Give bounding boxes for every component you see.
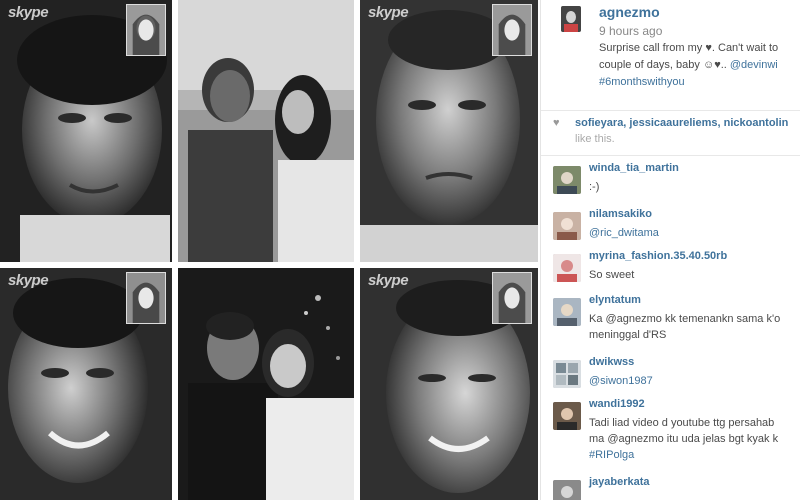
instagram-post-view: skype skype skype skype agnezmo 9 hours … xyxy=(0,0,800,500)
heart-icon[interactable]: ♥ xyxy=(553,117,560,129)
skype-logo: skype xyxy=(368,272,409,289)
couple-photo-image xyxy=(178,0,354,262)
comment-username[interactable]: dwikwss xyxy=(589,356,634,368)
comment-username[interactable]: elyntatum xyxy=(589,294,641,306)
photo-skype-call-1: skype xyxy=(0,0,172,262)
caption-hashtag-link[interactable]: #6monthswithyou xyxy=(599,74,800,91)
comment-mention-link[interactable]: @siwon1987 xyxy=(589,373,653,389)
comment-username[interactable]: winda_tia_martin xyxy=(589,162,679,174)
comment-line-2: ma @agnezmo itu uda jelas bgt kyak k xyxy=(589,433,779,445)
comment-text: So sweet xyxy=(589,269,635,281)
photo-collage[interactable]: skype skype skype skype xyxy=(0,0,540,500)
comment-line-1: Ka @agnezmo kk temenankn sama k'o xyxy=(589,313,781,325)
skype-logo: skype xyxy=(8,272,49,289)
likes-suffix: like this. xyxy=(575,133,615,145)
post-timestamp: 9 hours ago xyxy=(599,24,663,38)
comment-mention-link[interactable]: @ric_dwitama xyxy=(589,225,659,241)
caption-mention-link[interactable]: @devinwi xyxy=(730,59,778,71)
photo-skype-call-2: skype xyxy=(360,0,538,262)
commenter-avatar[interactable] xyxy=(553,298,581,326)
skype-self-preview xyxy=(126,4,166,56)
likes-section: ♥ sofieyara, jessicaaureliems, nickoanto… xyxy=(541,110,800,156)
skype-logo: skype xyxy=(8,4,49,21)
photo-skype-call-4: skype xyxy=(360,268,538,500)
commenter-avatar[interactable] xyxy=(553,402,581,430)
post-caption: Surprise call from my ♥. Can't wait to c… xyxy=(599,40,800,91)
photo-couple-2 xyxy=(178,268,354,500)
comment-text: :-) xyxy=(589,181,600,193)
comment-username[interactable]: wandi1992 xyxy=(589,398,645,410)
comment-hashtag-link[interactable]: #RIPolga xyxy=(589,449,634,461)
caption-line-1: Surprise call from my ♥. Can't wait to xyxy=(599,42,779,54)
commenter-avatar[interactable] xyxy=(553,480,581,500)
caption-text: couple of days, baby ☺♥.. xyxy=(599,59,730,71)
skype-logo: skype xyxy=(368,4,409,21)
commenter-avatar[interactable] xyxy=(553,166,581,194)
photo-couple-1 xyxy=(178,0,354,262)
comment-username[interactable]: jayaberkata xyxy=(589,476,650,488)
comment-text: Ka @agnezmo kk temenankn sama k'o meningg… xyxy=(589,311,780,343)
commenter-avatar[interactable] xyxy=(553,212,581,240)
owner-avatar[interactable] xyxy=(561,6,581,32)
post-header: agnezmo 9 hours ago Surprise call from m… xyxy=(541,0,800,110)
commenter-avatar[interactable] xyxy=(553,254,581,282)
caption-line-2: couple of days, baby ☺♥.. @devinwi xyxy=(599,57,800,74)
post-sidebar: agnezmo 9 hours ago Surprise call from m… xyxy=(540,0,800,500)
likers-list[interactable]: sofieyara, jessicaaureliems, nickoantoli… xyxy=(575,117,788,129)
couple-photo-image xyxy=(178,268,354,500)
comment-line-2: meninggal d'RS xyxy=(589,329,667,341)
skype-self-preview xyxy=(492,272,532,324)
skype-self-preview xyxy=(492,4,532,56)
owner-username[interactable]: agnezmo xyxy=(599,4,660,20)
comment-line-1: Tadi liad video d youtube ttg persahab xyxy=(589,417,775,429)
skype-self-preview xyxy=(126,272,166,324)
comment-username[interactable]: myrina_fashion.35.40.50rb xyxy=(589,250,727,262)
commenter-avatar[interactable] xyxy=(553,360,581,388)
comment-text: Tadi liad video d youtube ttg persahab ma… xyxy=(589,415,778,463)
photo-skype-call-3: skype xyxy=(0,268,172,500)
comment-username[interactable]: nilamsakiko xyxy=(589,208,652,220)
